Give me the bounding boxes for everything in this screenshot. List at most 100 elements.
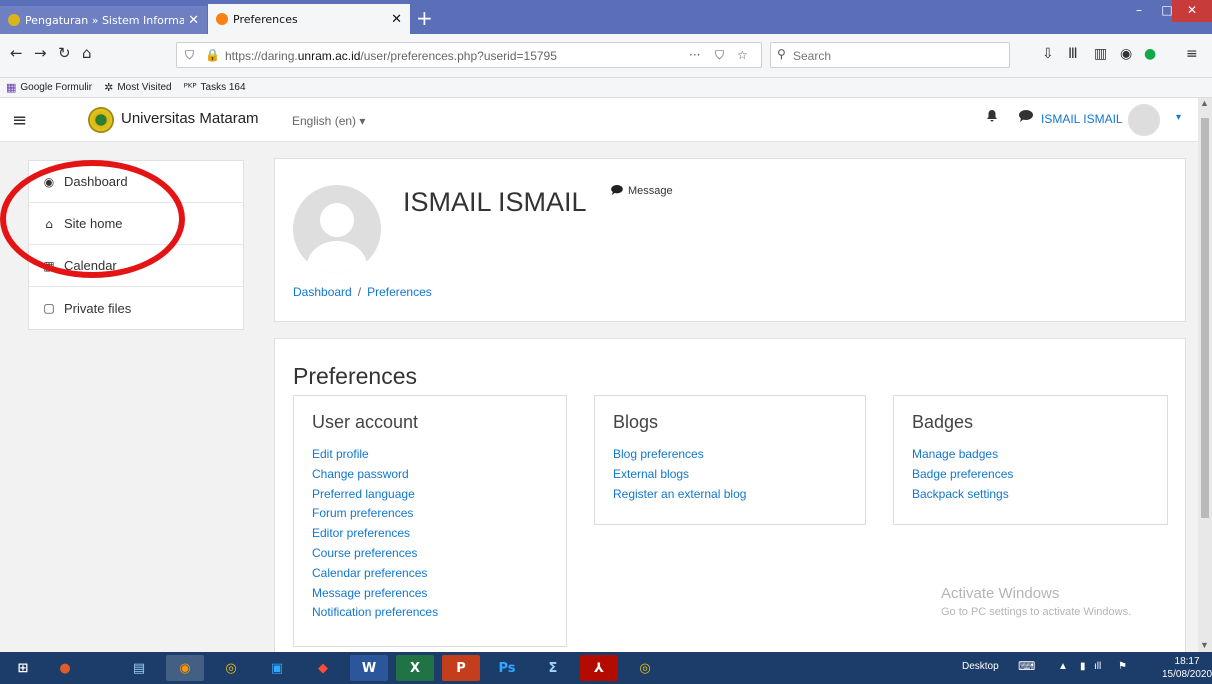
external-blogs-link[interactable]: External blogs: [613, 465, 847, 485]
university-logo[interactable]: [88, 107, 114, 133]
search-box[interactable]: ⚲ Search: [770, 42, 1010, 68]
message-preferences-link[interactable]: Message preferences: [312, 584, 548, 604]
url-domain: unram.ac.id: [297, 49, 361, 63]
bookmark-tasks[interactable]: ᴾᴷᴾ Tasks 164: [184, 81, 246, 94]
signal-icon[interactable]: ıll: [1094, 661, 1101, 672]
scroll-up-icon[interactable]: ▲: [1200, 98, 1209, 108]
section-heading: Badges: [912, 412, 974, 432]
home-button[interactable]: ⌂: [82, 44, 92, 62]
forum-preferences-link[interactable]: Forum preferences: [312, 504, 548, 524]
acrobat-icon[interactable]: ⅄: [580, 655, 618, 681]
user-account-section: User account Edit profile Change passwor…: [293, 395, 567, 647]
tab-close-icon[interactable]: ✕: [188, 13, 199, 28]
new-tab-button[interactable]: +: [416, 6, 433, 30]
sidebar-toggle-icon[interactable]: ▥: [1094, 46, 1107, 62]
page-scrollbar[interactable]: ▲ ▼: [1198, 98, 1212, 652]
keyboard-icon[interactable]: ⌨: [1018, 659, 1035, 673]
system-clock[interactable]: 18:17 15/08/2020: [1162, 655, 1212, 681]
taskbar-app-icon[interactable]: ●: [46, 655, 84, 681]
grammarly-icon[interactable]: ●: [1144, 46, 1156, 62]
back-button[interactable]: ←: [10, 44, 23, 62]
edit-profile-link[interactable]: Edit profile: [312, 445, 548, 465]
file-explorer-icon[interactable]: ▤: [120, 655, 158, 681]
profile-full-name: ISMAIL ISMAIL: [403, 187, 587, 217]
calendar-preferences-link[interactable]: Calendar preferences: [312, 564, 548, 584]
bookmark-google-formulir[interactable]: ▦ Google Formulir: [6, 81, 92, 94]
nav-item-label: Site home: [64, 216, 123, 231]
url-text[interactable]: https://daring.unram.ac.id/user/preferen…: [225, 49, 557, 63]
pocket-icon[interactable]: ⛉: [715, 48, 724, 63]
minimize-button[interactable]: –: [1124, 0, 1154, 22]
photoshop-icon[interactable]: Ps: [488, 655, 526, 681]
change-password-link[interactable]: Change password: [312, 465, 548, 485]
search-placeholder: Search: [793, 49, 832, 63]
battery-icon[interactable]: ▮: [1080, 661, 1086, 672]
badges-section: Badges Manage badges Badge preferences B…: [893, 395, 1168, 525]
chrome-icon[interactable]: ◎: [626, 655, 664, 681]
bookmark-star-icon[interactable]: ☆: [737, 48, 748, 62]
message-button[interactable]: Message: [611, 185, 673, 198]
site-name[interactable]: Universitas Mataram: [121, 110, 259, 127]
library-icon[interactable]: Ⅲ: [1068, 46, 1078, 62]
preferred-language-link[interactable]: Preferred language: [312, 485, 548, 505]
home-icon: ⌂: [45, 216, 53, 231]
scroll-down-icon[interactable]: ▼: [1200, 640, 1209, 650]
breadcrumb-dashboard[interactable]: Dashboard: [293, 285, 352, 299]
firefox-icon[interactable]: ◉: [166, 655, 204, 681]
downloads-icon[interactable]: ⇩: [1042, 46, 1054, 62]
shield-icon[interactable]: ⛉: [185, 48, 194, 63]
scrollbar-thumb[interactable]: [1201, 118, 1209, 518]
account-icon[interactable]: ◉: [1120, 46, 1132, 62]
nav-item-dashboard[interactable]: ◉ Dashboard: [29, 161, 243, 203]
tab-pengaturan[interactable]: Pengaturan » Sistem Informasi ✕: [0, 6, 207, 34]
chrome-icon[interactable]: ◎: [212, 655, 250, 681]
notification-preferences-link[interactable]: Notification preferences: [312, 603, 548, 623]
taskbar-app-icon[interactable]: ◆: [304, 655, 342, 681]
word-icon[interactable]: W: [350, 655, 388, 681]
register-external-blog-link[interactable]: Register an external blog: [613, 485, 847, 505]
nav-item-site-home[interactable]: ⌂ Site home: [29, 203, 243, 245]
section-heading: User account: [312, 412, 419, 432]
tab-preferences[interactable]: Preferences ✕: [208, 4, 410, 34]
flag-icon[interactable]: ⚑: [1118, 661, 1127, 672]
backpack-settings-link[interactable]: Backpack settings: [912, 485, 1149, 505]
browser-nav-bar: ← → ↻ ⌂ ⛉ 🔒 https://daring.unram.ac.id/u…: [0, 34, 1212, 78]
hamburger-menu-icon[interactable]: ≡: [12, 110, 27, 131]
taskbar-app-icon[interactable]: ▣: [258, 655, 296, 681]
nav-item-label: Calendar: [64, 258, 117, 273]
bookmark-most-visited[interactable]: ✲ Most Visited: [104, 81, 172, 94]
nav-item-calendar[interactable]: ▦ Calendar: [29, 245, 243, 287]
desktop-toolbar-label[interactable]: Desktop: [962, 661, 999, 672]
course-preferences-link[interactable]: Course preferences: [312, 544, 548, 564]
window-close-button[interactable]: ✕: [1172, 0, 1212, 22]
math-app-icon[interactable]: Σ: [534, 655, 572, 681]
notification-bell-icon[interactable]: [986, 110, 998, 127]
forms-icon: ▦: [6, 81, 17, 94]
tray-expand-icon[interactable]: ▲: [1058, 661, 1068, 672]
chevron-down-icon[interactable]: ▾: [1176, 112, 1181, 123]
messages-icon[interactable]: [1019, 110, 1033, 125]
blog-preferences-link[interactable]: Blog preferences: [613, 445, 847, 465]
editor-preferences-link[interactable]: Editor preferences: [312, 524, 548, 544]
badge-preferences-link[interactable]: Badge preferences: [912, 465, 1149, 485]
start-button[interactable]: ⊞: [4, 655, 42, 681]
menu-icon[interactable]: ≡: [1186, 46, 1198, 62]
reload-button[interactable]: ↻: [58, 44, 71, 62]
user-menu-name[interactable]: ISMAIL ISMAIL: [1041, 112, 1123, 126]
url-prefix: https://daring.: [225, 49, 298, 63]
avatar[interactable]: [1128, 104, 1160, 136]
url-bar[interactable]: ⛉ 🔒 https://daring.unram.ac.id/user/pref…: [176, 42, 762, 68]
lock-icon[interactable]: 🔒: [205, 48, 220, 62]
manage-badges-link[interactable]: Manage badges: [912, 445, 1149, 465]
tab-close-icon[interactable]: ✕: [391, 12, 402, 27]
forward-button[interactable]: →: [34, 44, 47, 62]
blogs-section: Blogs Blog preferences External blogs Re…: [594, 395, 866, 525]
language-menu[interactable]: English (en) ▾: [292, 114, 365, 128]
powerpoint-icon[interactable]: P: [442, 655, 480, 681]
nav-item-private-files[interactable]: ▢ Private files: [29, 287, 243, 329]
breadcrumb-preferences[interactable]: Preferences: [367, 285, 432, 299]
tab-title: Pengaturan » Sistem Informasi: [25, 13, 185, 27]
page-actions-icon[interactable]: ···: [689, 48, 700, 62]
url-path: /user/preferences.php?userid=15795: [360, 49, 557, 63]
excel-icon[interactable]: X: [396, 655, 434, 681]
